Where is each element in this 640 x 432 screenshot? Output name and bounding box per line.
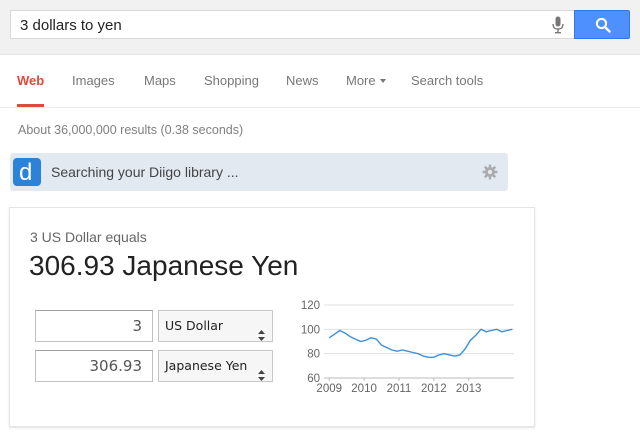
updown-arrows-icon xyxy=(258,362,265,381)
conversion-equals-text: 3 US Dollar equals xyxy=(30,229,147,245)
search-box[interactable] xyxy=(10,10,574,39)
tab-images[interactable]: Images xyxy=(72,73,115,88)
to-currency-label: Japanese Yen xyxy=(165,358,248,373)
tab-news[interactable]: News xyxy=(286,73,319,88)
gear-icon[interactable] xyxy=(482,164,498,180)
from-currency-select[interactable]: US Dollar xyxy=(158,310,273,342)
chart-x-tick-label: 2009 xyxy=(316,383,342,394)
chart-x-tick-label: 2010 xyxy=(351,383,377,394)
chart-series-line xyxy=(328,328,513,358)
chart-x-tick-label: 2012 xyxy=(421,383,447,394)
diigo-logo-icon: d xyxy=(13,158,41,186)
search-tabs: Web Images Maps Shopping News More Searc… xyxy=(0,56,640,108)
chart-x-tick-label: 2011 xyxy=(387,383,412,394)
diigo-search-bar[interactable]: d Searching your Diigo library ... xyxy=(10,153,508,191)
tab-web[interactable]: Web xyxy=(17,73,44,88)
active-tab-indicator xyxy=(17,104,44,107)
tab-more[interactable]: More xyxy=(346,73,386,88)
tab-maps[interactable]: Maps xyxy=(144,73,176,88)
from-currency-label: US Dollar xyxy=(165,318,224,333)
chart-y-tick-label: 120 xyxy=(301,300,320,312)
diigo-status-text: Searching your Diigo library ... xyxy=(51,164,239,180)
currency-converter-card: 3 US Dollar equals 306.93 Japanese Yen 3… xyxy=(9,207,535,427)
search-button[interactable] xyxy=(574,10,630,39)
result-stats: About 36,000,000 results (0.38 seconds) xyxy=(18,123,244,137)
search-input[interactable] xyxy=(20,16,540,34)
tab-search-tools[interactable]: Search tools xyxy=(411,73,483,88)
to-currency-select[interactable]: Japanese Yen xyxy=(158,350,273,382)
search-header xyxy=(0,0,640,55)
to-amount-input[interactable]: 306.93 xyxy=(35,350,153,382)
microphone-icon[interactable] xyxy=(552,16,564,34)
chart-y-tick-label: 80 xyxy=(307,349,320,361)
tab-more-label: More xyxy=(346,73,376,88)
exchange-rate-chart: 60801001202009 2010 2011 2012 2013 xyxy=(301,300,514,394)
from-amount-input[interactable]: 3 xyxy=(35,310,153,342)
caret-down-icon xyxy=(379,78,386,83)
updown-arrows-icon xyxy=(258,322,265,341)
chart-y-tick-label: 100 xyxy=(301,324,320,336)
diigo-logo-letter: d xyxy=(19,160,32,184)
tab-shopping[interactable]: Shopping xyxy=(204,73,259,88)
chart-x-tick-label: 2013 xyxy=(456,383,482,394)
conversion-result: 306.93 Japanese Yen xyxy=(29,250,299,281)
